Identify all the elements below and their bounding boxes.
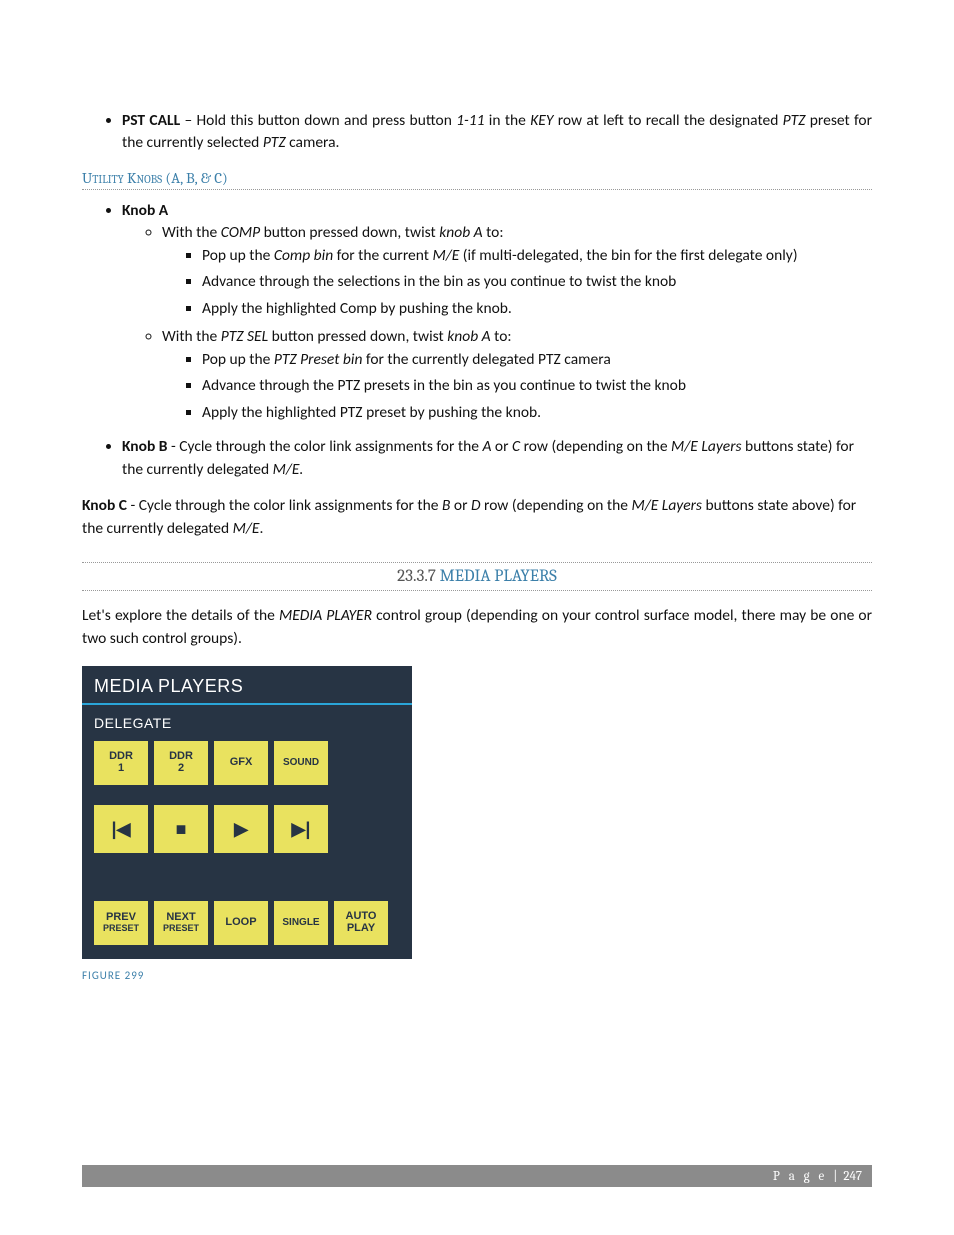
knob-list: Knob A With the COMP button pressed down… (82, 200, 872, 481)
auto-play-button[interactable]: AUTOPLAY (334, 901, 388, 945)
knob-c-para: Knob C - Cycle through the color link as… (82, 495, 872, 540)
document-page: PST CALL – Hold this button down and pre… (0, 0, 954, 1235)
knob-b-item: Knob B - Cycle through the color link as… (122, 436, 872, 481)
stop-icon: ■ (176, 820, 187, 839)
knob-c-label: Knob C (82, 496, 127, 515)
comp-sub-2: Advance through the selections in the bi… (202, 271, 872, 293)
skip-forward-button[interactable]: ▶| (274, 805, 328, 853)
panel-gap (82, 867, 412, 895)
stop-button[interactable]: ■ (154, 805, 208, 853)
ptz-sub-2: Advance through the PTZ presets in the b… (202, 375, 872, 397)
skip-back-icon: |◀ (112, 820, 131, 839)
knob-a-ptz: With the PTZ SEL button pressed down, tw… (162, 326, 872, 424)
knob-a-ptz-sub: Pop up the PTZ Preset bin for the curren… (162, 349, 872, 424)
play-icon: ▶ (234, 820, 248, 839)
knob-a-comp: With the COMP button pressed down, twist… (162, 222, 872, 320)
footer-divider: | (833, 1169, 837, 1184)
knob-b-label: Knob B (122, 437, 167, 456)
sound-button[interactable]: SOUND (274, 741, 328, 785)
footer-page-number: 247 (843, 1169, 862, 1184)
utility-knobs-heading: Utility Knobs (A, B, & C) (82, 169, 872, 190)
pst-item: PST CALL – Hold this button down and pre… (122, 110, 872, 155)
figure-caption: FIGURE 299 (82, 969, 872, 982)
skip-forward-icon: ▶| (292, 820, 311, 839)
knob-a-sublist: With the COMP button pressed down, twist… (122, 222, 872, 424)
pst-text: PST CALL – Hold this button down and pre… (122, 110, 872, 155)
play-button[interactable]: ▶ (214, 805, 268, 853)
skip-back-button[interactable]: |◀ (94, 805, 148, 853)
panel-title: MEDIA PLAYERS (82, 666, 412, 703)
page-footer: P a g e | 247 (82, 1165, 872, 1187)
knob-a-label: Knob A (122, 201, 168, 220)
prev-preset-button[interactable]: PREVPRESET (94, 901, 148, 945)
pst-label: PST CALL (122, 111, 180, 130)
intro-para: Let's explore the details of the MEDIA P… (82, 605, 872, 650)
comp-sub-1: Pop up the Comp bin for the current M/E … (202, 245, 872, 267)
loop-button[interactable]: LOOP (214, 901, 268, 945)
knob-a-comp-sub: Pop up the Comp bin for the current M/E … (162, 245, 872, 320)
ddr2-button[interactable]: DDR2 (154, 741, 208, 785)
gfx-button[interactable]: GFX (214, 741, 268, 785)
ptz-sub-1: Pop up the PTZ Preset bin for the curren… (202, 349, 872, 371)
section-title: MEDIA PLAYERS (436, 567, 557, 586)
media-players-panel: MEDIA PLAYERS DELEGATE DDR1 DDR2 GFX SOU… (82, 666, 412, 959)
knob-a-item: Knob A With the COMP button pressed down… (122, 200, 872, 424)
footer-page-label: P a g e (773, 1169, 827, 1184)
next-preset-button[interactable]: NEXTPRESET (154, 901, 208, 945)
transport-row: |◀ ■ ▶ ▶| (82, 791, 412, 867)
media-players-heading: 23.3.7 MEDIA PLAYERS (82, 562, 872, 591)
delegate-label: DELEGATE (82, 705, 412, 735)
pst-list: PST CALL – Hold this button down and pre… (82, 110, 872, 155)
delegate-row: DDR1 DDR2 GFX SOUND (82, 735, 412, 791)
comp-sub-3: Apply the highlighted Comp by pushing th… (202, 298, 872, 320)
section-number: 23.3.7 (397, 567, 436, 586)
ddr1-button[interactable]: DDR1 (94, 741, 148, 785)
preset-row: PREVPRESET NEXTPRESET LOOP SINGLE AUTOPL… (82, 895, 412, 959)
ptz-sub-3: Apply the highlighted PTZ preset by push… (202, 402, 872, 424)
single-button[interactable]: SINGLE (274, 901, 328, 945)
